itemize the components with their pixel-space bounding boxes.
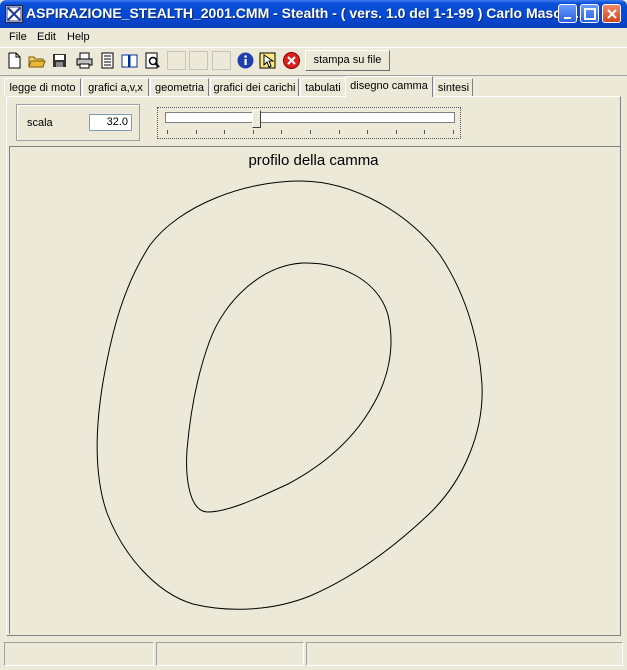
status-bar <box>0 640 627 670</box>
status-pane <box>4 642 154 666</box>
cam-inner-profile <box>186 262 392 513</box>
status-pane <box>306 642 623 666</box>
tab-disegno-camma[interactable]: disegno camma <box>345 76 433 97</box>
status-pane <box>156 642 304 666</box>
cam-drawing <box>96 180 483 610</box>
cam-outer-profile <box>96 180 483 610</box>
